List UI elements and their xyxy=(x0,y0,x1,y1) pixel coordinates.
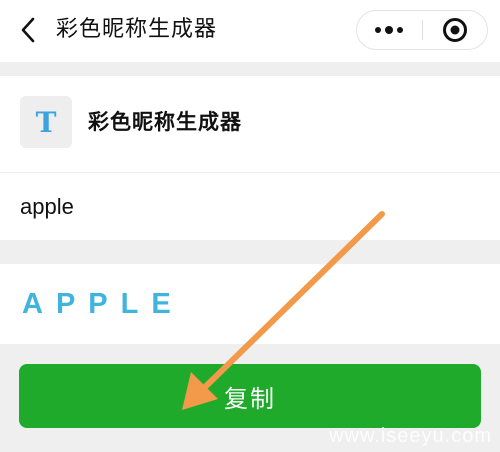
app-icon-letter: T xyxy=(35,105,57,139)
more-button[interactable] xyxy=(357,11,422,49)
page-title: 彩色昵称生成器 xyxy=(56,17,218,42)
app-name: 彩色昵称生成器 xyxy=(88,110,242,134)
more-dots-icon xyxy=(375,26,404,34)
app-header-card: T 彩色昵称生成器 xyxy=(0,76,500,172)
chevron-left-icon xyxy=(21,17,35,43)
styled-nickname-result[interactable]: APPLE xyxy=(22,284,184,324)
mini-program-capsule xyxy=(356,10,488,50)
app-logo-icon: T xyxy=(20,96,72,148)
nickname-input-area xyxy=(0,173,500,240)
back-button[interactable] xyxy=(14,14,42,46)
nickname-input[interactable] xyxy=(20,187,480,227)
copy-button[interactable]: 复制 xyxy=(19,364,481,428)
close-button[interactable] xyxy=(423,11,488,49)
watermark: www.iseeyu.com xyxy=(329,425,492,447)
navigation-bar: 彩色昵称生成器 xyxy=(0,0,500,62)
result-area: APPLE xyxy=(0,264,500,344)
target-circle-icon xyxy=(442,18,467,42)
